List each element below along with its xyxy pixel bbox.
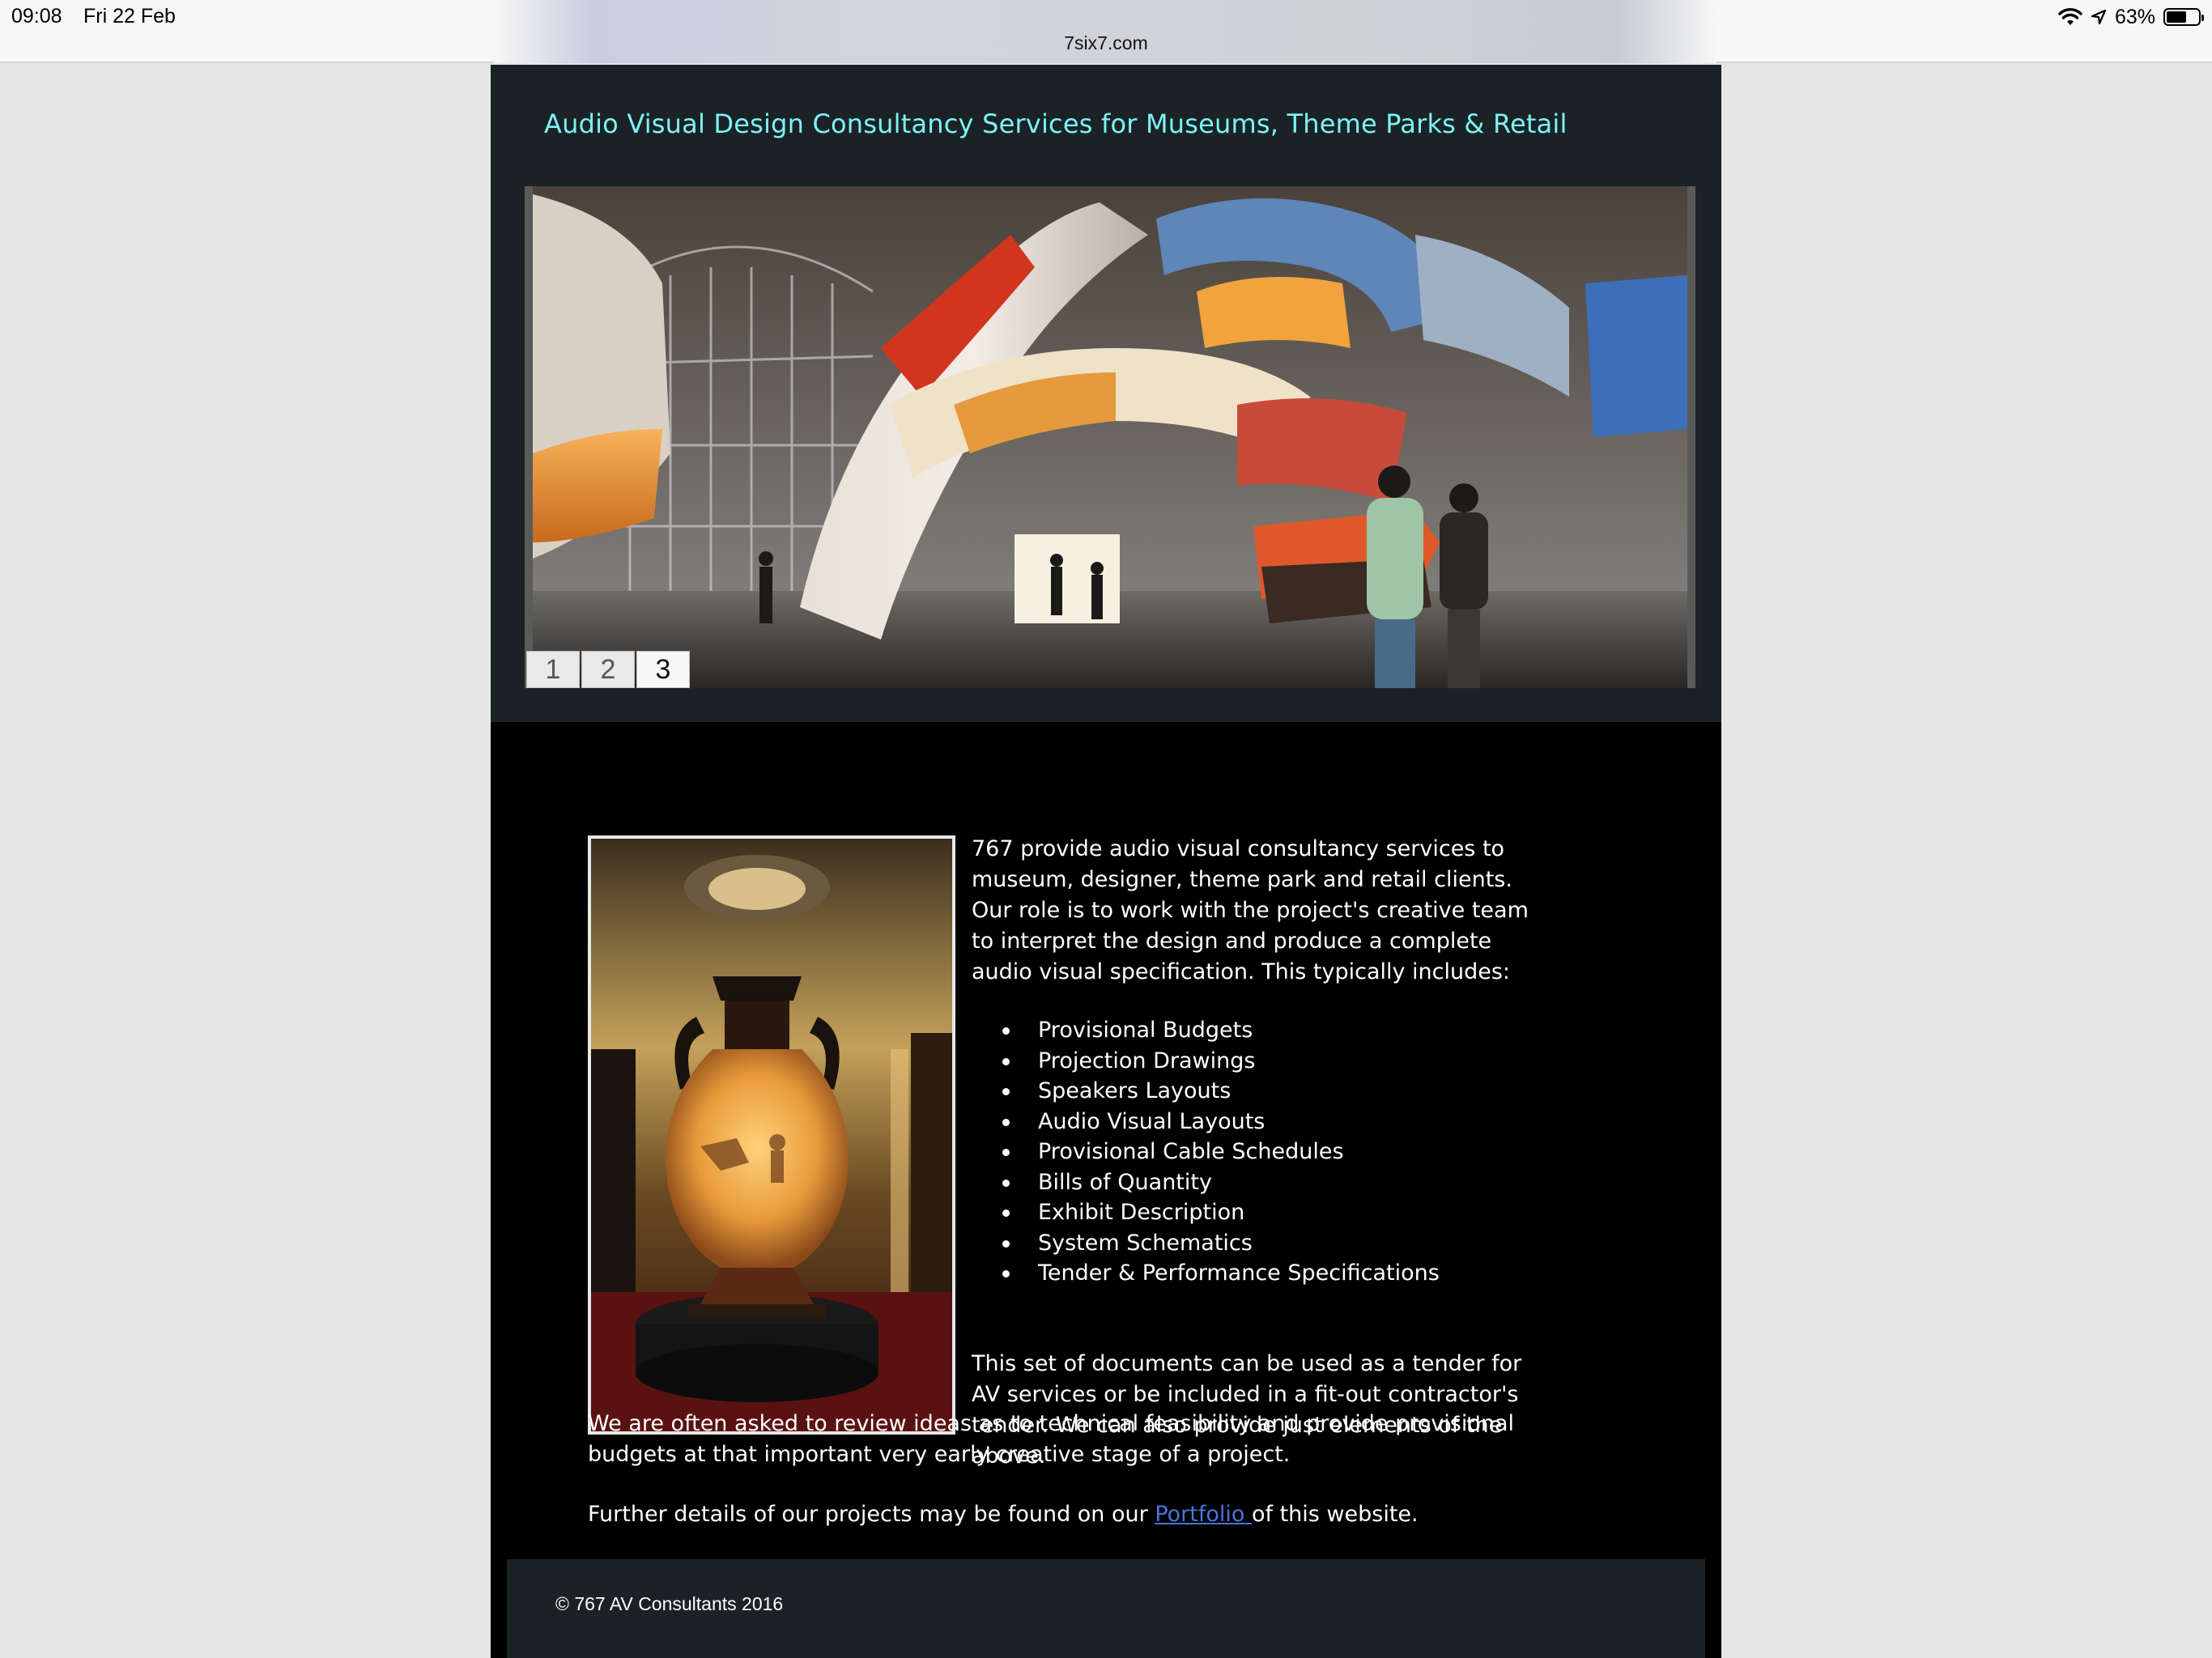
battery-percent: 63% <box>2114 5 2155 28</box>
site-header: Audio Visual Design Consultancy Services… <box>491 65 1721 722</box>
wifi-icon <box>2058 8 2082 25</box>
further-text-end: of this website. <box>1251 1502 1419 1527</box>
list-item: Exhibit Description <box>1002 1197 1585 1228</box>
copyright-text: © 767 AV Consultants 2016 <box>555 1593 784 1614</box>
url-text[interactable]: 7six7.com <box>0 32 2212 54</box>
slide-border <box>525 186 533 688</box>
list-item: Tender & Performance Specifications <box>1002 1258 1585 1289</box>
slideshow[interactable]: 1 2 3 <box>525 186 1695 688</box>
status-indicators: 63% <box>2058 3 2204 31</box>
page: Audio Visual Design Consultancy Services… <box>491 65 1721 1658</box>
status-bar: 09:08 Fri 22 Feb 7six7.com 63% <box>0 0 2212 63</box>
further-text: Further details of our projects may be f… <box>588 1502 1155 1527</box>
slide-button-1[interactable]: 1 <box>526 651 580 688</box>
slide-pager: 1 2 3 <box>526 651 690 688</box>
battery-icon <box>2163 8 2204 26</box>
list-item: Provisional Budgets <box>1002 1015 1585 1046</box>
intro-paragraph: 767 provide audio visual consultancy ser… <box>972 836 1529 984</box>
site-title: Audio Visual Design Consultancy Services… <box>544 108 1568 139</box>
review-paragraph: We are often asked to review ideas as to… <box>588 1411 1515 1467</box>
slide-border <box>1687 186 1695 688</box>
services-list: Provisional Budgets Projection Drawings … <box>1002 1015 1585 1289</box>
further-details-paragraph: Further details of our projects may be f… <box>588 1499 1559 1530</box>
list-item: Bills of Quantity <box>1002 1167 1585 1198</box>
location-arrow-icon <box>2091 9 2107 25</box>
vase-photo <box>588 835 955 1435</box>
slide-button-3[interactable]: 3 <box>636 651 690 688</box>
slide-photo-exhibit <box>533 186 1687 688</box>
list-item: Audio Visual Layouts <box>1002 1107 1585 1137</box>
site-footer: © 767 AV Consultants 2016 <box>507 1559 1705 1658</box>
slide-button-2[interactable]: 2 <box>581 651 635 688</box>
list-item: Speakers Layouts <box>1002 1076 1585 1107</box>
list-item: Provisional Cable Schedules <box>1002 1137 1585 1167</box>
status-date: Fri 22 Feb <box>83 5 176 28</box>
portfolio-link[interactable]: Portfolio <box>1155 1502 1252 1527</box>
vase-image <box>591 839 952 1431</box>
list-item: Projection Drawings <box>1002 1046 1585 1077</box>
status-time: 09:08 <box>11 5 62 28</box>
list-item: System Schematics <box>1002 1228 1585 1259</box>
main-content: 767 provide audio visual consultancy ser… <box>491 722 1721 1540</box>
